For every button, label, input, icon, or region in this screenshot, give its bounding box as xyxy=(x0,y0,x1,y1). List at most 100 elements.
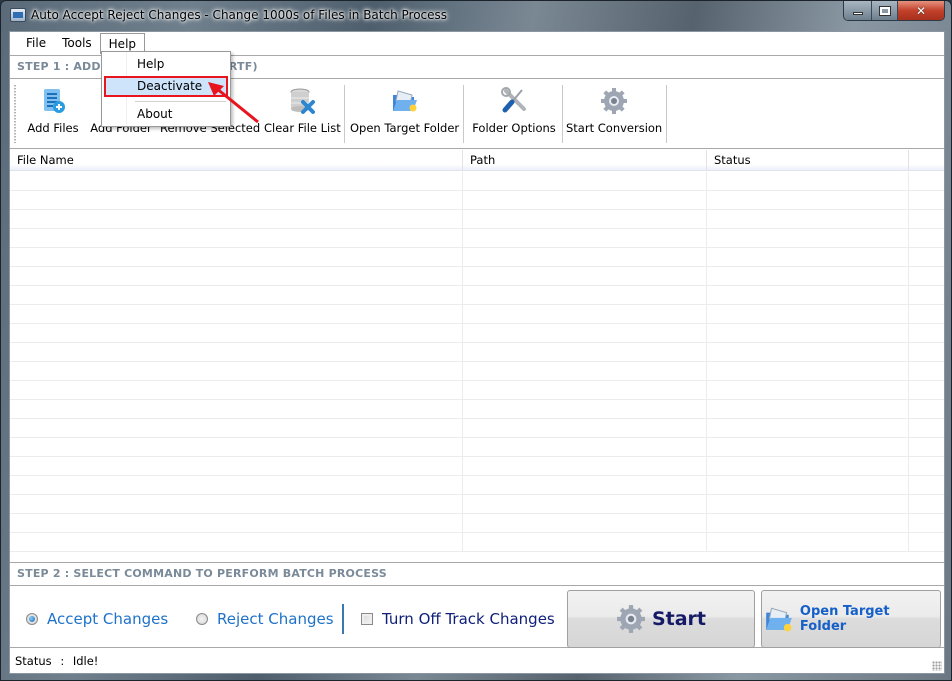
table-cell xyxy=(909,267,944,285)
table-row[interactable] xyxy=(10,362,944,381)
table-cell xyxy=(707,381,909,399)
toolbar-grip[interactable] xyxy=(14,85,16,143)
table-row[interactable] xyxy=(10,495,944,514)
table-cell xyxy=(10,533,463,551)
table-cell xyxy=(463,229,707,247)
table-row[interactable] xyxy=(10,248,944,267)
start-conversion-toolbar-label: Start Conversion xyxy=(566,121,663,135)
table-cell xyxy=(909,514,944,532)
gear-icon xyxy=(617,605,645,633)
menu-separator xyxy=(135,101,226,102)
file-list-table[interactable]: File Name Path Status xyxy=(10,150,944,561)
table-cell xyxy=(463,514,707,532)
table-cell xyxy=(463,438,707,456)
radio-unchecked-icon xyxy=(196,613,208,625)
turn-off-track-changes-checkbox[interactable]: Turn Off Track Changes xyxy=(361,610,555,628)
table-cell xyxy=(707,419,909,437)
window-controls: ✕ xyxy=(843,1,945,21)
table-cell xyxy=(463,343,707,361)
folder-options-label: Folder Options xyxy=(472,121,556,135)
accept-changes-label: Accept Changes xyxy=(47,610,169,628)
table-row[interactable] xyxy=(10,229,944,248)
options-separator xyxy=(342,604,344,634)
accept-changes-radio[interactable]: Accept Changes xyxy=(26,610,168,628)
table-cell xyxy=(909,324,944,342)
column-header-path[interactable]: Path xyxy=(463,150,707,171)
column-header-status[interactable]: Status xyxy=(707,150,909,171)
add-files-button[interactable]: Add Files xyxy=(22,83,84,145)
table-cell xyxy=(10,476,463,494)
table-row[interactable] xyxy=(10,343,944,362)
gear-icon xyxy=(601,88,627,114)
step2-header: STEP 2 : SELECT COMMAND TO PERFORM BATCH… xyxy=(10,562,944,586)
open-target-folder-toolbar-button[interactable]: Open Target Folder xyxy=(350,83,460,145)
table-cell xyxy=(707,305,909,323)
table-cell xyxy=(463,267,707,285)
table-row[interactable] xyxy=(10,419,944,438)
table-cell xyxy=(909,229,944,247)
table-cell xyxy=(10,362,463,380)
reject-changes-radio[interactable]: Reject Changes xyxy=(196,610,334,628)
menu-item-deactivate[interactable]: Deactivate xyxy=(104,76,228,97)
table-row[interactable] xyxy=(10,267,944,286)
tools-icon xyxy=(501,87,526,113)
menu-file[interactable]: File xyxy=(18,33,54,54)
table-row[interactable] xyxy=(10,191,944,210)
title-bar[interactable]: Auto Accept Reject Changes - Change 1000… xyxy=(1,1,952,31)
table-cell xyxy=(463,533,707,551)
table-row[interactable] xyxy=(10,286,944,305)
table-cell xyxy=(707,172,909,190)
minimize-button[interactable] xyxy=(844,1,871,20)
table-cell xyxy=(707,324,909,342)
table-row[interactable] xyxy=(10,324,944,343)
table-cell xyxy=(10,172,463,190)
column-header-file-name[interactable]: File Name xyxy=(10,150,463,171)
step2-label: STEP 2 : SELECT COMMAND TO PERFORM BATCH… xyxy=(17,567,387,580)
open-target-folder-toolbar-label: Open Target Folder xyxy=(350,121,460,135)
table-cell xyxy=(909,476,944,494)
table-cell xyxy=(707,495,909,513)
table-cell xyxy=(909,381,944,399)
table-cell xyxy=(10,191,463,209)
clear-file-list-button[interactable]: Clear File List xyxy=(264,83,341,145)
close-button[interactable]: ✕ xyxy=(897,1,944,20)
table-cell xyxy=(909,305,944,323)
table-cell xyxy=(707,286,909,304)
table-row[interactable] xyxy=(10,514,944,533)
table-cell xyxy=(10,229,463,247)
table-cell xyxy=(10,419,463,437)
maximize-button[interactable] xyxy=(871,1,897,20)
table-row[interactable] xyxy=(10,533,944,552)
table-row[interactable] xyxy=(10,381,944,400)
table-row[interactable] xyxy=(10,210,944,229)
table-cell xyxy=(10,400,463,418)
table-row[interactable] xyxy=(10,438,944,457)
status-bar: Status : Idle! xyxy=(10,649,944,673)
table-row[interactable] xyxy=(10,400,944,419)
help-menu-dropdown: Help Deactivate About xyxy=(101,51,231,127)
start-button[interactable]: Start xyxy=(567,590,755,648)
start-button-label: Start xyxy=(651,608,707,630)
table-cell xyxy=(707,533,909,551)
table-row[interactable] xyxy=(10,305,944,324)
table-row[interactable] xyxy=(10,172,944,191)
table-cell xyxy=(909,495,944,513)
start-conversion-toolbar-button[interactable]: Start Conversion xyxy=(566,83,662,145)
menu-tools[interactable]: Tools xyxy=(54,33,100,54)
table-row[interactable] xyxy=(10,457,944,476)
table-cell xyxy=(909,419,944,437)
menu-item-about[interactable]: About xyxy=(104,104,228,125)
table-row[interactable] xyxy=(10,476,944,495)
resize-grip[interactable] xyxy=(932,661,942,671)
table-cell xyxy=(909,248,944,266)
table-cell xyxy=(707,191,909,209)
table-cell xyxy=(707,267,909,285)
open-target-folder-button[interactable]: Open Target Folder xyxy=(761,590,941,648)
table-cell xyxy=(707,438,909,456)
table-body xyxy=(10,172,944,561)
menu-item-help[interactable]: Help xyxy=(104,54,228,75)
table-cell xyxy=(707,514,909,532)
table-cell xyxy=(463,324,707,342)
folder-options-button[interactable]: Folder Options xyxy=(468,83,560,145)
clear-file-list-label: Clear File List xyxy=(264,121,341,135)
